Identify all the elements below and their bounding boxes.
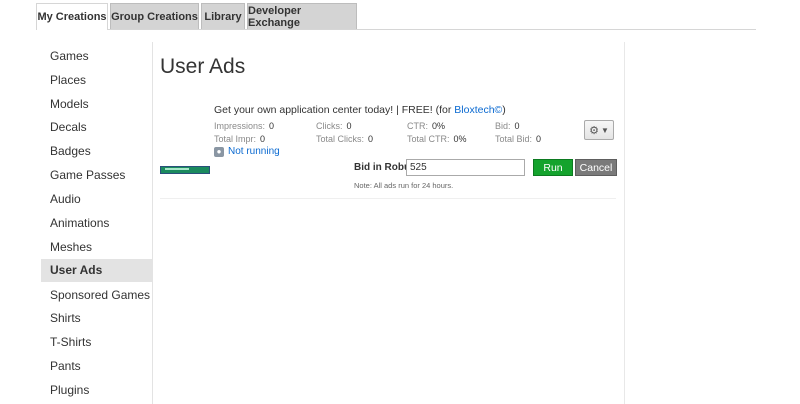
cancel-button[interactable]: Cancel xyxy=(575,159,617,176)
main-panel: User Ads Get your own application center… xyxy=(152,42,625,404)
ad-status-text[interactable]: Not running xyxy=(228,146,280,157)
ad-title-suffix: ) xyxy=(502,104,506,116)
sidebar-item-games[interactable]: Games xyxy=(41,45,152,68)
sidebar: Games Places Models Decals Badges Game P… xyxy=(41,42,153,404)
ad-title-text: Get your own application center today! |… xyxy=(214,104,455,116)
status-icon: ● xyxy=(214,146,224,157)
ad-status[interactable]: ● Not running xyxy=(214,146,280,157)
stat-total-bid: Total Bid: 0 xyxy=(495,134,542,144)
sidebar-item-badges[interactable]: Badges xyxy=(41,140,152,163)
sidebar-item-pants[interactable]: Pants xyxy=(41,355,152,378)
bid-input[interactable] xyxy=(406,159,525,176)
stat-total-ctr: Total CTR: 0% xyxy=(407,134,467,144)
sidebar-item-places[interactable]: Places xyxy=(41,69,152,92)
ad-title: Get your own application center today! |… xyxy=(214,104,506,116)
stat-clicks: Clicks: 0 xyxy=(316,121,352,131)
sidebar-item-models[interactable]: Models xyxy=(41,93,152,116)
sidebar-item-animations[interactable]: Animations xyxy=(41,212,152,235)
tabs-divider xyxy=(36,29,756,30)
sidebar-item-user-ads[interactable]: User Ads xyxy=(41,259,152,282)
chevron-down-icon: ▼ xyxy=(600,125,609,135)
tab-my-creations[interactable]: My Creations xyxy=(36,3,108,30)
creation-tabs: My Creations Group Creations Library Dev… xyxy=(36,3,756,30)
stat-bid: Bid: 0 xyxy=(495,121,520,131)
sidebar-item-shirts[interactable]: Shirts xyxy=(41,307,152,330)
sidebar-item-t-shirts[interactable]: T-Shirts xyxy=(41,331,152,354)
ad-run-note: Note: All ads run for 24 hours. xyxy=(354,181,454,190)
sidebar-item-decals[interactable]: Decals xyxy=(41,116,152,139)
stat-total-impr: Total Impr: 0 xyxy=(214,134,266,144)
sidebar-item-meshes[interactable]: Meshes xyxy=(41,236,152,259)
sidebar-item-audio[interactable]: Audio xyxy=(41,188,152,211)
ad-creator-link[interactable]: Bloxtech© xyxy=(454,104,502,116)
run-button[interactable]: Run xyxy=(533,159,573,176)
tab-developer-exchange[interactable]: Developer Exchange xyxy=(247,3,357,29)
sidebar-item-sponsored-games[interactable]: Sponsored Games xyxy=(41,284,152,307)
tab-group-creations[interactable]: Group Creations xyxy=(110,3,199,29)
stat-total-clicks: Total Clicks: 0 xyxy=(316,134,374,144)
ad-thumbnail[interactable] xyxy=(160,166,210,174)
stat-ctr: CTR: 0% xyxy=(407,121,446,131)
settings-dropdown-button[interactable]: ⚙ ▼ xyxy=(584,120,614,140)
tab-library[interactable]: Library xyxy=(201,3,245,29)
stat-impressions: Impressions: 0 xyxy=(214,121,275,131)
sidebar-item-game-passes[interactable]: Game Passes xyxy=(41,164,152,187)
gear-icon: ⚙ xyxy=(589,124,599,137)
user-ad-row: Get your own application center today! |… xyxy=(160,102,617,199)
page-title: User Ads xyxy=(160,55,246,78)
sidebar-item-plugins[interactable]: Plugins xyxy=(41,379,152,402)
